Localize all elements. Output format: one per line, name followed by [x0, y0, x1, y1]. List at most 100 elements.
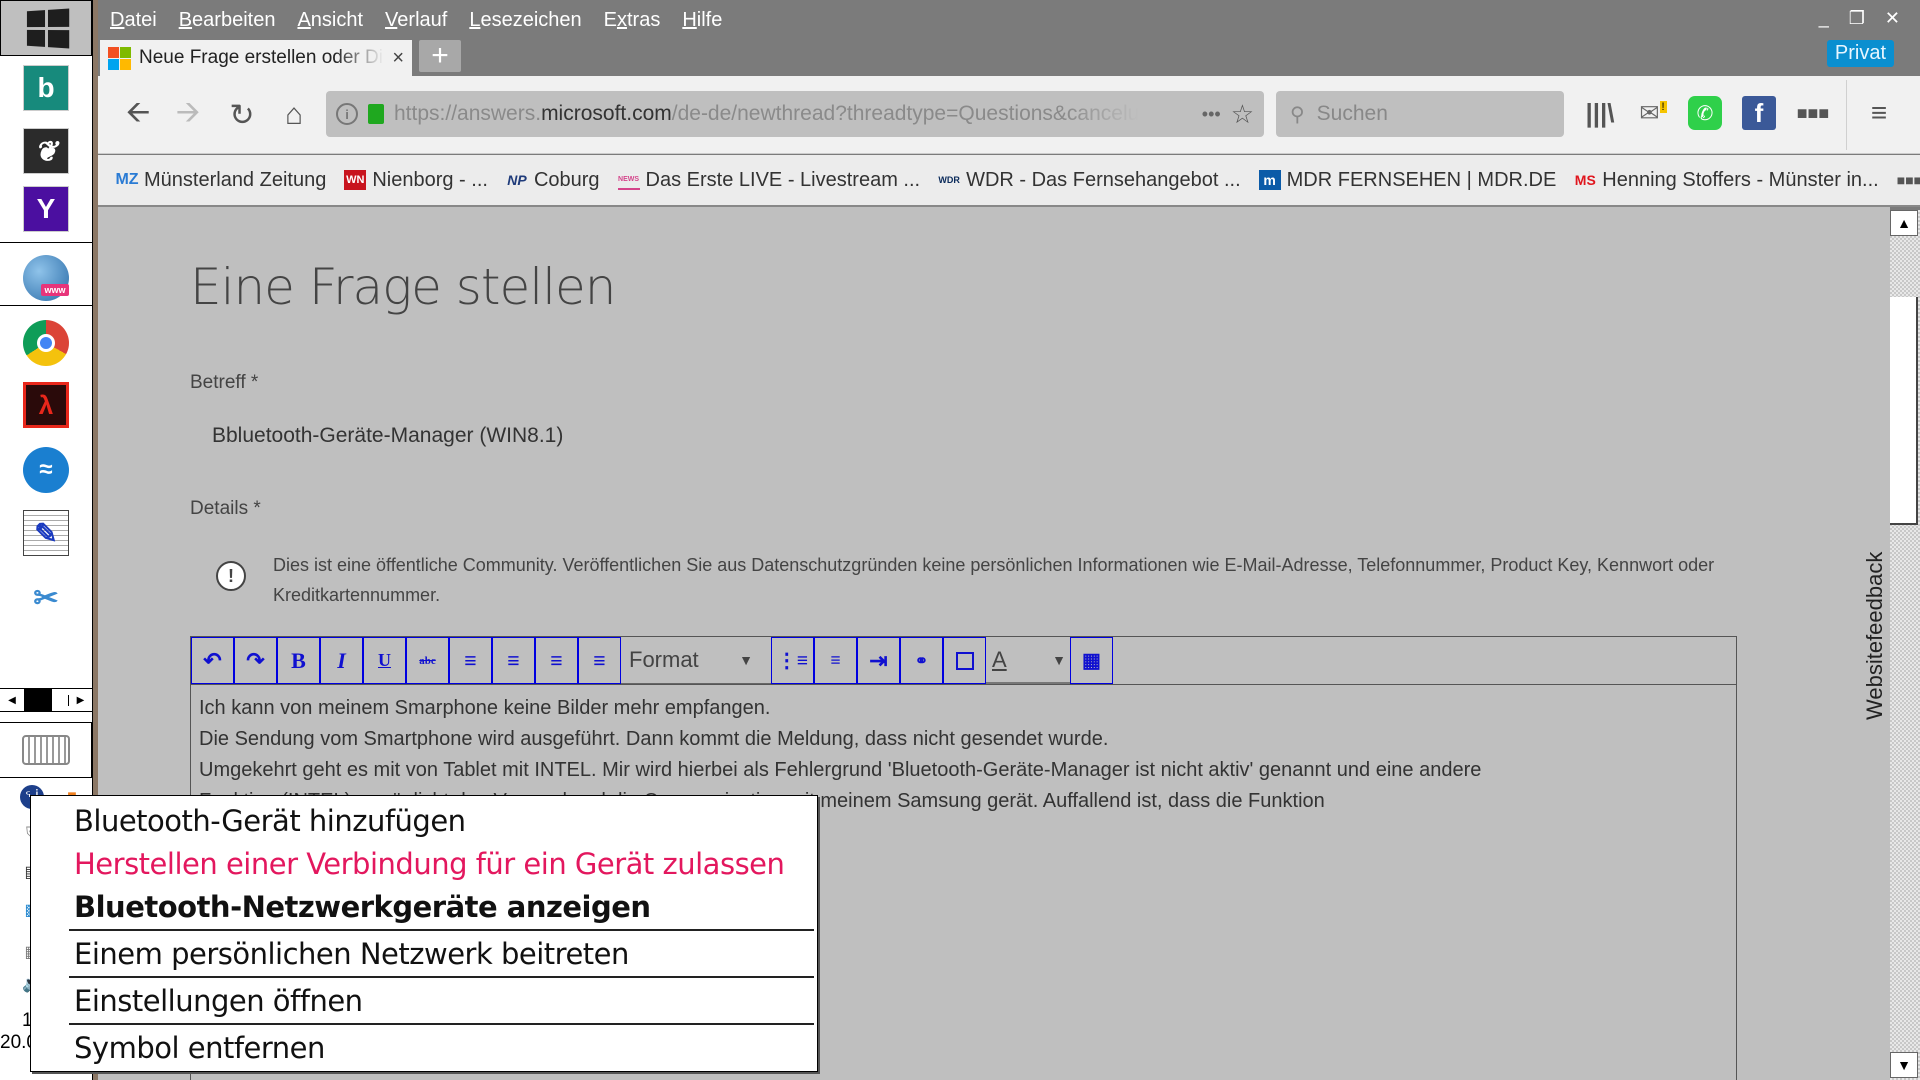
back-arrow-icon[interactable]: 🡨	[118, 96, 158, 134]
toolbar-divider	[1846, 80, 1847, 150]
taskbar-scroller[interactable]: ◀ ▶	[0, 688, 92, 712]
mail-notification-icon[interactable]: ✉!	[1636, 96, 1670, 130]
table-button[interactable]: ▦	[1070, 637, 1113, 684]
redo-button[interactable]: ↷	[234, 637, 277, 684]
openoffice-icon[interactable]: ≈	[23, 447, 69, 493]
italic-icon: I	[337, 647, 346, 673]
align-right-button[interactable]: ≡	[535, 637, 578, 684]
start-button[interactable]	[0, 0, 92, 56]
menu-item-remove-icon[interactable]: Symbol entfernen	[74, 1031, 325, 1065]
editor-line: Umgekehrt geht es mit von Tablet mit INT…	[199, 759, 1482, 781]
menu-bearbeiten[interactable]: Bearbeiten	[179, 9, 276, 32]
align-center-button[interactable]: ≡	[492, 637, 535, 684]
scroll-right-icon[interactable]: ▶	[68, 694, 92, 706]
menu-item-add-device[interactable]: Bluetooth-Gerät hinzufügen	[74, 804, 466, 838]
numbered-list-button[interactable]: ≡	[814, 637, 857, 684]
page-scrollbar[interactable]: ▲ ▼	[1890, 210, 1920, 1080]
search-bar[interactable]: ⚲ Suchen	[1276, 91, 1564, 137]
menu-verlauf[interactable]: Verlauf	[385, 9, 447, 32]
scrollbar-thumb[interactable]	[1890, 297, 1918, 525]
keyboard-icon	[21, 735, 70, 765]
image-button[interactable]	[943, 637, 986, 684]
search-input[interactable]: Suchen	[1317, 102, 1388, 126]
menu-lesezeichen[interactable]: Lesezeichen	[469, 9, 581, 32]
page-actions-icon[interactable]: •••	[1202, 104, 1221, 125]
bing-icon[interactable]: b	[23, 65, 69, 111]
www-globe-icon[interactable]: www	[23, 255, 69, 301]
library-icon[interactable]: |||\	[1583, 96, 1617, 130]
chrome-icon[interactable]	[23, 320, 69, 366]
acrobat-reader-icon[interactable]: λ	[23, 382, 69, 428]
menu-ansicht[interactable]: Ansicht	[297, 9, 363, 32]
bookmark-item[interactable]: NEWS Das Erste LIVE - Livestream ...	[617, 169, 920, 192]
bookmark-item[interactable]: WN Nienborg - ...	[344, 169, 488, 192]
menu-item-join-pan[interactable]: Einem persönlichen Netzwerk beitreten	[74, 937, 629, 971]
justify-button[interactable]: ≡	[578, 637, 621, 684]
address-bar[interactable]: i https://answers.microsoft.com/de-de/ne…	[326, 91, 1264, 137]
format-dropdown[interactable]: Format ▼	[621, 637, 771, 684]
menu-hilfe[interactable]: Hilfe	[682, 9, 722, 32]
bookmark-item[interactable]: MS Henning Stoffers - Münster in...	[1574, 169, 1879, 192]
scroll-left-icon[interactable]: ◀	[0, 695, 24, 706]
minimize-button[interactable]: _	[1819, 8, 1829, 29]
menu-item-show-network-devices[interactable]: Bluetooth-Netzwerkgeräte anzeigen	[74, 890, 651, 924]
stardock-icon[interactable]: ❦	[23, 128, 69, 174]
menu-datei[interactable]: Datei	[110, 9, 157, 32]
link-button[interactable]: ⚭	[900, 637, 943, 684]
underline-button[interactable]: U	[363, 637, 406, 684]
text-color-dropdown[interactable]: A ▼	[986, 637, 1070, 684]
italic-button[interactable]: I	[320, 637, 363, 684]
bookmark-star-icon[interactable]: ☆	[1231, 99, 1254, 130]
scroll-thumb[interactable]	[24, 689, 52, 711]
bluetooth-context-menu: Bluetooth-Gerät hinzufügen Herstellen ei…	[30, 795, 818, 1072]
indent-button[interactable]: ⇥	[857, 637, 900, 684]
url-text[interactable]: https://answers.microsoft.com/de-de/newt…	[394, 102, 1139, 126]
bookmark-item[interactable]: WDR WDR - Das Fernsehangebot ...	[938, 169, 1240, 192]
overflow-menu-icon[interactable]: ■■■	[1796, 96, 1830, 130]
scroll-up-icon[interactable]: ▲	[1890, 210, 1918, 236]
align-left-button[interactable]: ≡	[449, 637, 492, 684]
forward-arrow-icon[interactable]: 🡪	[168, 96, 208, 134]
snipping-tool-icon[interactable]: ✂	[23, 575, 69, 621]
bookmark-item[interactable]: m MDR FERNSEHEN | MDR.DE	[1258, 169, 1556, 192]
reload-icon[interactable]: ↻	[222, 96, 262, 134]
info-icon[interactable]: i	[336, 103, 358, 125]
restore-button[interactable]: ❐	[1849, 8, 1865, 29]
bullet-list-button[interactable]: ⋮≡	[771, 637, 814, 684]
lock-icon[interactable]	[368, 104, 384, 124]
touch-keyboard-button[interactable]	[0, 722, 92, 778]
website-feedback-tab[interactable]: Websitefeedback	[1862, 552, 1888, 720]
bookmark-item[interactable]: MZ Münsterland Zeitung	[115, 169, 326, 192]
menu-separator	[69, 976, 814, 978]
facebook-icon[interactable]: f	[1742, 96, 1776, 130]
chevron-down-icon: ▼	[1052, 651, 1066, 668]
hamburger-menu-icon[interactable]: ≡	[1862, 96, 1896, 130]
undo-button[interactable]: ↶	[191, 637, 234, 684]
subject-input[interactable]: Bbluetooth-Geräte-Manager (WIN8.1)	[212, 424, 563, 448]
warning-icon: !	[216, 561, 246, 591]
table-icon: ▦	[1082, 650, 1101, 672]
notepad-editor-icon[interactable]: ✎	[23, 510, 69, 556]
whatsapp-icon[interactable]: ✆	[1688, 96, 1722, 130]
tab-title: Neue Frage erstellen oder Diskussion sta…	[139, 47, 384, 68]
close-window-button[interactable]: ✕	[1885, 8, 1900, 29]
menu-item-allow-connection[interactable]: Herstellen einer Verbindung für ein Gerä…	[74, 847, 785, 881]
bookmark-item[interactable]: NP Coburg	[506, 169, 599, 192]
bold-button[interactable]: B	[277, 637, 320, 684]
bookmarks-overflow-icon[interactable]: ■■■	[1897, 172, 1920, 188]
menu-item-open-settings[interactable]: Einstellungen öffnen	[74, 984, 363, 1018]
text-color-icon: A	[992, 646, 1007, 672]
tab-close-icon[interactable]: ×	[392, 47, 404, 70]
new-tab-button[interactable]: +	[419, 39, 461, 72]
menu-extras[interactable]: Extras	[604, 9, 661, 32]
strikethrough-button[interactable]: abc	[406, 637, 449, 684]
bold-icon: B	[291, 647, 306, 673]
scroll-down-icon[interactable]: ▼	[1890, 1052, 1918, 1078]
link-icon: ⚭	[914, 652, 929, 670]
yahoo-icon[interactable]: Y	[23, 186, 69, 232]
windows-logo-icon	[26, 8, 69, 48]
tab-active[interactable]: Neue Frage erstellen oder Diskussion sta…	[100, 40, 412, 76]
format-label: Format	[629, 647, 699, 672]
mdr-favicon: m	[1258, 170, 1281, 190]
home-icon[interactable]: ⌂	[274, 96, 314, 134]
